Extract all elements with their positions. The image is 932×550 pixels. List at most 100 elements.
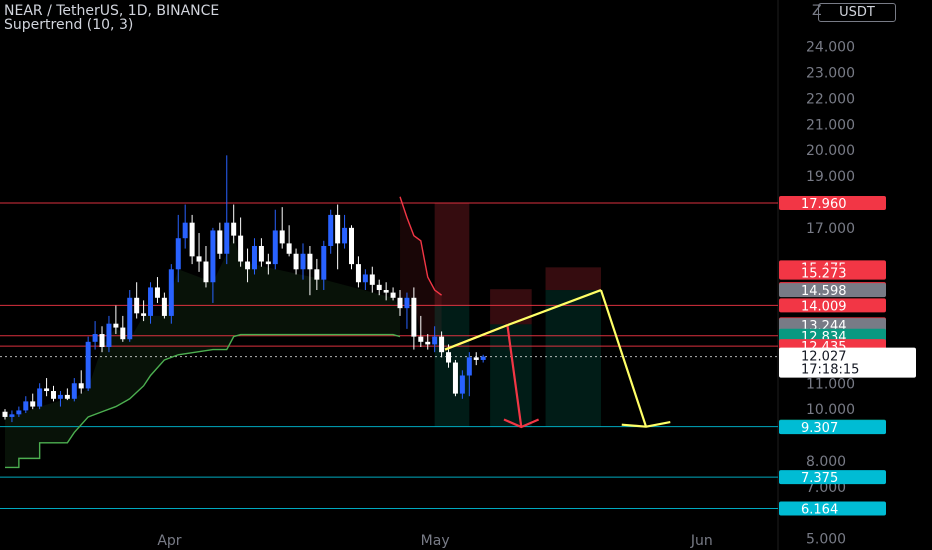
candle-body [245,261,251,270]
candle-body [113,323,119,328]
y-tick-label: 23.000 [806,65,855,81]
candle-body [182,222,188,239]
candle-body [16,410,22,415]
position-stop-zone [434,202,470,306]
candle-body [161,297,167,316]
candle-body [473,357,479,360]
candle-body [404,297,410,309]
candle-body [446,352,452,363]
candle-body [349,227,354,265]
candle-body [362,274,368,283]
candle-body [466,357,472,376]
candle-body [23,401,29,411]
price-axis-label: 7.375 [801,471,838,486]
candle-body [64,394,70,399]
candle-body [85,341,91,389]
candle-body [418,336,424,342]
position-target-zone [545,290,601,427]
candle-body [92,334,98,342]
candle-body [383,290,389,293]
candle-body [148,287,154,316]
y-tick-label: 22.000 [806,91,855,107]
position-target-zone [490,324,532,427]
candle-body [265,261,271,265]
candle-body [439,336,445,353]
candle-body [9,414,15,417]
candle-body [134,297,140,314]
candle-body [203,261,209,283]
candle-body [390,292,396,298]
candle-body [78,383,84,389]
candle-body [397,297,403,309]
position-stop-zone [545,267,601,291]
candle-body [411,297,417,337]
candle-body [355,264,361,283]
candle-body [2,411,8,417]
candle-body [321,245,327,280]
candle-body [106,323,112,347]
candle-body [189,222,195,257]
y-tick-label: 10.000 [806,402,855,418]
candle-body [141,313,147,316]
candle-body [258,245,264,262]
y-tick-label: 11.000 [806,376,855,392]
y-tick-label: 17.000 [806,221,855,237]
candle-body [335,214,341,244]
y-tick-label: 20.000 [806,143,855,159]
price-chart[interactable]: 24.000 23.000 22.000 21.000 20.000 19.000 17.0… [0,0,932,550]
candle-body [120,327,126,340]
candle-body [425,341,431,345]
candle-body [224,222,230,254]
candle-body [307,253,313,270]
candle-body [314,269,320,280]
candle-body [37,388,43,407]
candle-body [238,235,244,262]
candle-body [272,230,278,265]
currency-button[interactable]: USDT [818,3,896,22]
y-tick-label: 5.000 [806,532,846,548]
price-axis-label: 14.009 [801,299,847,314]
candle-body [44,388,50,392]
candle-body [452,362,458,394]
candle-body [251,245,257,270]
candle-body [71,383,77,399]
candle-body [432,336,438,345]
candle-body [217,230,223,254]
price-axis-label: 9.307 [801,421,838,436]
price-axis-label: 14.598 [801,284,847,299]
x-tick-label: May [421,533,450,549]
y-tick-label: 19.000 [806,169,855,185]
candle-body [279,230,285,244]
candle-body [293,253,299,270]
position-target-zone [434,305,470,427]
candle-body [480,356,486,360]
candle-body [459,375,465,394]
candle-body [51,391,57,399]
candle-body [30,401,36,407]
candle-body [175,238,181,270]
y-tick-label: 21.000 [806,117,855,133]
candle-body [99,334,105,347]
price-axis-label: 17.960 [801,197,847,212]
x-tick-label: Apr [157,533,181,549]
price-axis-label: 15.273 [801,267,847,282]
indicator-label[interactable]: Supertrend (10, 3) [4,17,133,33]
price-axis-label: 6.164 [801,503,838,518]
candle-body [342,227,348,244]
candle-body [231,222,237,236]
candle-body [196,256,202,262]
candle-body [154,287,160,298]
y-tick-label: 24.000 [806,40,855,56]
x-tick-label: Jun [690,533,713,549]
bar-countdown-label: 17:18:15 [801,363,859,378]
candle-body [300,253,306,270]
candle-body [168,269,174,316]
candle-body [286,243,292,254]
candle-body [210,230,216,283]
candle-body [57,394,63,399]
candle-body [328,214,334,246]
candle-body [369,274,375,285]
candle-body [127,297,133,340]
candle-body [376,284,382,291]
trend-drawing-line [599,289,648,428]
